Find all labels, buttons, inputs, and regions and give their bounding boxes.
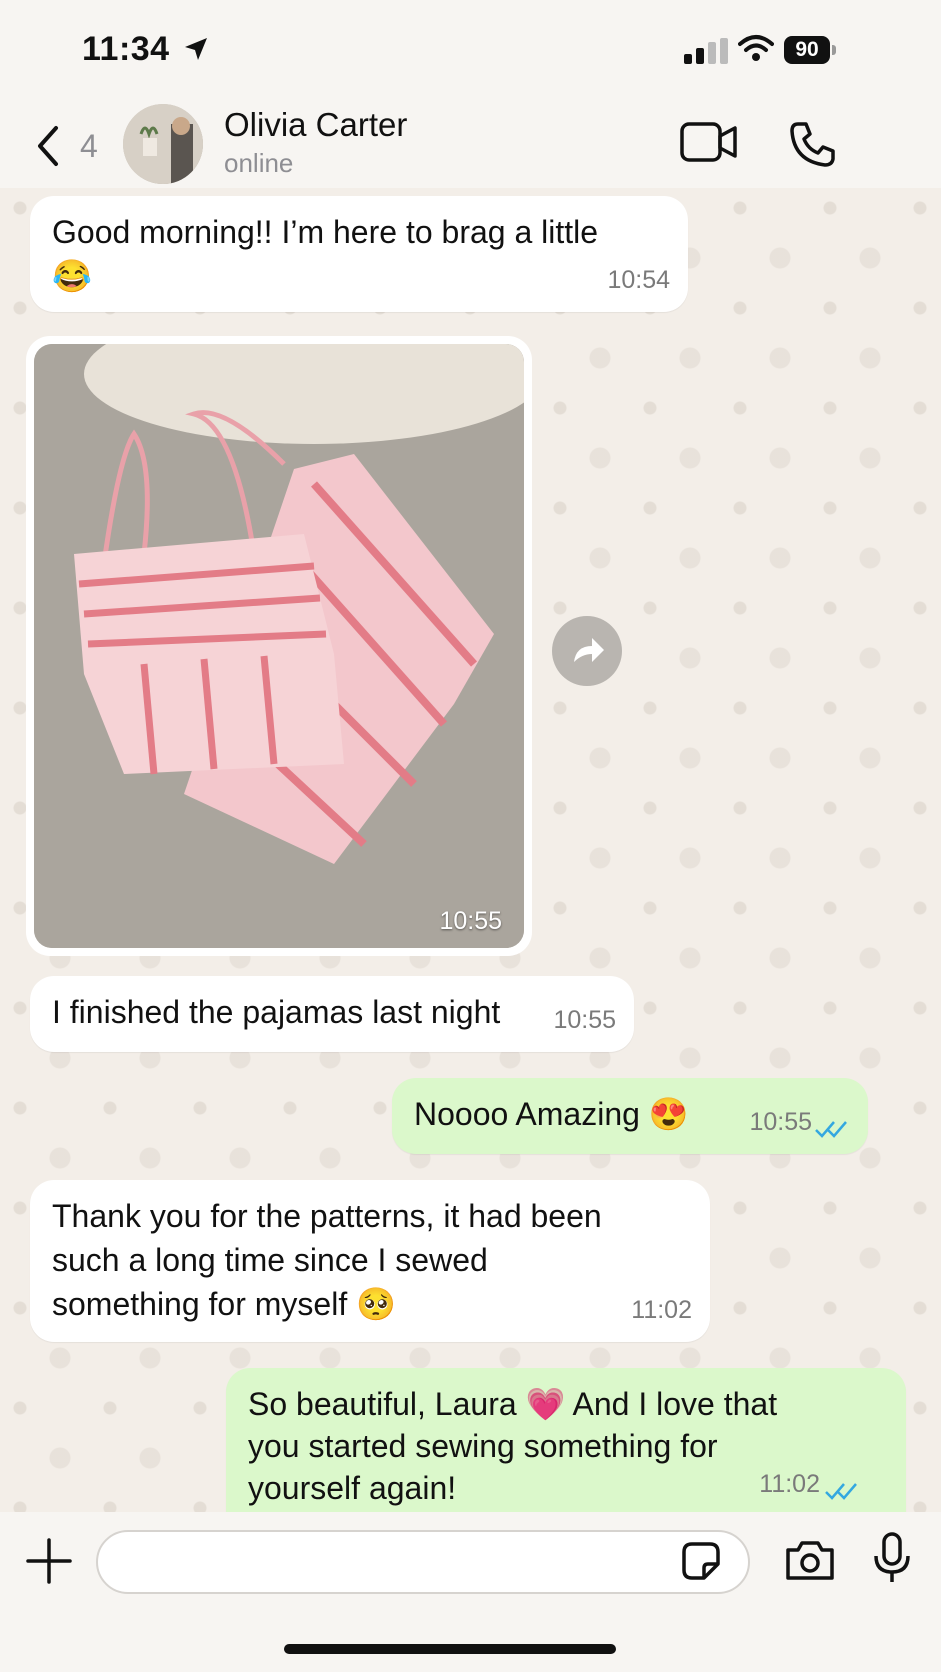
read-ticks-icon <box>815 1121 847 1138</box>
message-input[interactable] <box>96 1530 750 1594</box>
message-text: you started sewing something for <box>248 1428 718 1464</box>
status-time: 11:34 <box>82 30 170 68</box>
battery-level: 90 <box>784 36 830 64</box>
sticker-icon[interactable] <box>680 1540 722 1582</box>
message-text: such a long time since I sewed <box>52 1242 488 1278</box>
status-bar: 11:34 90 <box>0 0 941 100</box>
message-text: Thank you for the patterns, it had been <box>52 1198 602 1234</box>
battery-icon: 90 <box>784 36 836 64</box>
chat-header: 4 Olivia Carter online <box>0 100 941 188</box>
message-bubble[interactable]: Noooo Amazing 😍 10:55 <box>392 1078 868 1154</box>
message-bubble[interactable]: So beautiful, Laura 💗 And I love that yo… <box>226 1368 906 1512</box>
message-time: 11:02 <box>759 1470 820 1498</box>
read-ticks-icon <box>825 1483 857 1500</box>
message-time: 10:55 <box>553 1006 616 1034</box>
forward-button[interactable] <box>552 616 622 686</box>
message-time: 10:55 <box>439 907 502 935</box>
message-time: 10:55 <box>749 1108 812 1136</box>
message-text: So beautiful, Laura 💗 And I love that <box>248 1386 778 1422</box>
message-text: Good morning!! I’m here to brag a little <box>52 214 599 250</box>
video-call-icon[interactable] <box>680 122 738 162</box>
plus-icon[interactable] <box>26 1538 72 1584</box>
photo-message[interactable]: 10:55 <box>26 336 532 956</box>
message-text: I finished the pajamas last night <box>52 994 501 1030</box>
avatar[interactable] <box>123 104 203 184</box>
composer-bar <box>0 1512 941 1672</box>
phone-icon[interactable] <box>788 120 836 168</box>
forward-icon <box>574 638 604 662</box>
message-emoji: 😂 <box>52 258 92 294</box>
message-text: yourself again! <box>248 1470 457 1506</box>
message-bubble[interactable]: Thank you for the patterns, it had been … <box>30 1180 710 1342</box>
mic-icon[interactable] <box>872 1532 912 1584</box>
message-time: 10:54 <box>607 266 670 294</box>
message-time: 11:02 <box>631 1296 692 1324</box>
contact-name[interactable]: Olivia Carter <box>224 106 407 144</box>
back-chevron-icon[interactable] <box>30 124 66 168</box>
contact-status: online <box>224 148 294 178</box>
message-bubble[interactable]: Good morning!! I’m here to brag a little… <box>30 196 688 312</box>
camera-icon[interactable] <box>784 1538 836 1582</box>
message-text: Noooo Amazing 😍 <box>414 1096 689 1132</box>
pajamas-photo[interactable]: 10:55 <box>34 344 524 948</box>
location-arrow-icon <box>185 38 207 60</box>
wifi-icon <box>738 35 774 61</box>
home-indicator <box>284 1644 616 1654</box>
message-text: something for myself 🥺 <box>52 1286 396 1322</box>
signal-icon <box>684 38 728 64</box>
message-bubble[interactable]: I finished the pajamas last night 10:55 <box>30 976 634 1052</box>
message-list[interactable]: Good morning!! I’m here to brag a little… <box>0 188 941 1512</box>
unread-count[interactable]: 4 <box>80 128 98 165</box>
